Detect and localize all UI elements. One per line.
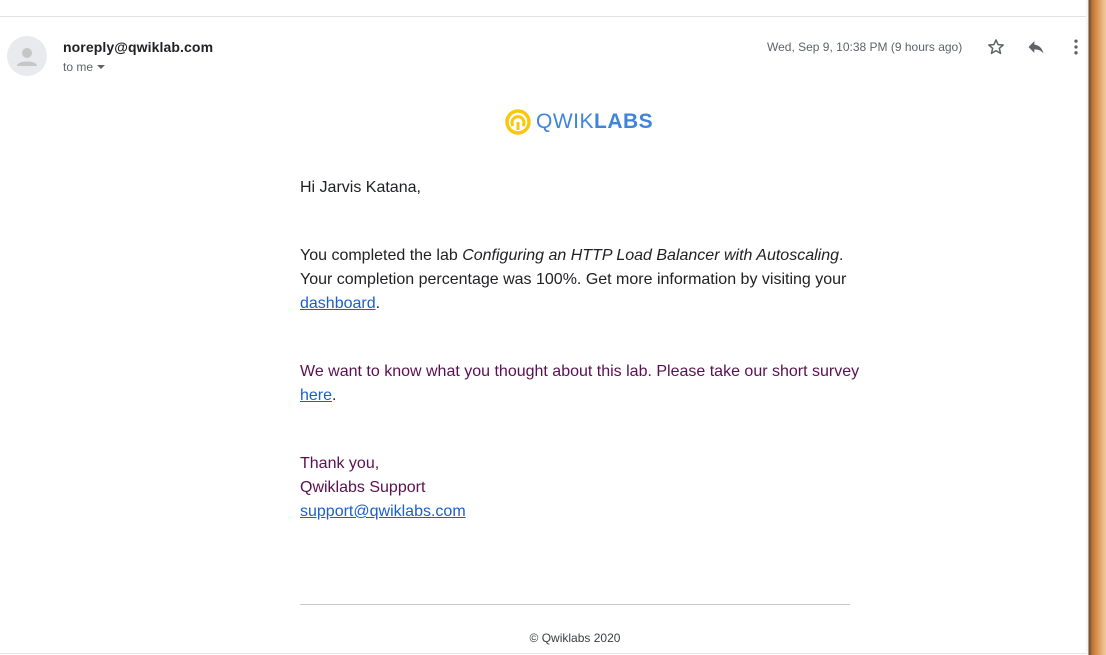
more-vertical-icon [1074, 39, 1078, 55]
star-icon [988, 39, 1004, 55]
support-email-link[interactable]: support@qwiklabs.com [300, 503, 466, 520]
reply-icon [1028, 41, 1044, 54]
recipient-label: to me [63, 60, 94, 74]
reply-button[interactable] [1025, 36, 1047, 58]
footer-divider [300, 604, 850, 605]
dashboard-link[interactable]: dashboard [300, 295, 376, 312]
background-window-edge [1086, 0, 1106, 655]
greeting: Hi Jarvis Katana, [300, 179, 421, 196]
completion-period: . [375, 295, 381, 312]
logo-text-qwik: QWIK [536, 110, 594, 133]
bottom-divider [0, 653, 1106, 654]
signoff-block: Thank you, Qwiklabs Support support@qwik… [300, 452, 860, 524]
completion-paragraph: You completed the lab Configuring an HTT… [300, 244, 860, 316]
survey-period: . [332, 387, 337, 404]
more-options-button[interactable] [1065, 36, 1087, 58]
sender-avatar[interactable] [7, 36, 47, 76]
completion-intro: You completed the lab [300, 247, 463, 264]
survey-paragraph: We want to know what you thought about t… [300, 360, 860, 408]
thanks-line: Thank you, [300, 455, 380, 472]
sender-address[interactable]: noreply@qwiklab.com [63, 39, 213, 55]
top-divider [0, 16, 1086, 17]
lab-name: Configuring an HTTP Load Balancer with A… [462, 247, 839, 264]
recipient-details-toggle[interactable]: to me [63, 60, 106, 74]
email-timestamp: Wed, Sep 9, 10:38 PM (9 hours ago) [767, 40, 963, 54]
person-avatar-icon [17, 48, 37, 66]
survey-link[interactable]: here [300, 387, 332, 404]
qwiklabs-logo: QWIKLABS [504, 108, 653, 136]
team-signature: Qwiklabs Support [300, 479, 426, 496]
star-button[interactable] [985, 36, 1007, 58]
survey-text: We want to know what you thought about t… [300, 363, 860, 380]
footer-copyright: © Qwiklabs 2020 [529, 631, 621, 645]
logo-text-labs: LABS [594, 110, 654, 133]
caret-down-icon[interactable] [97, 65, 106, 69]
qwiklabs-logo-icon [505, 109, 531, 135]
